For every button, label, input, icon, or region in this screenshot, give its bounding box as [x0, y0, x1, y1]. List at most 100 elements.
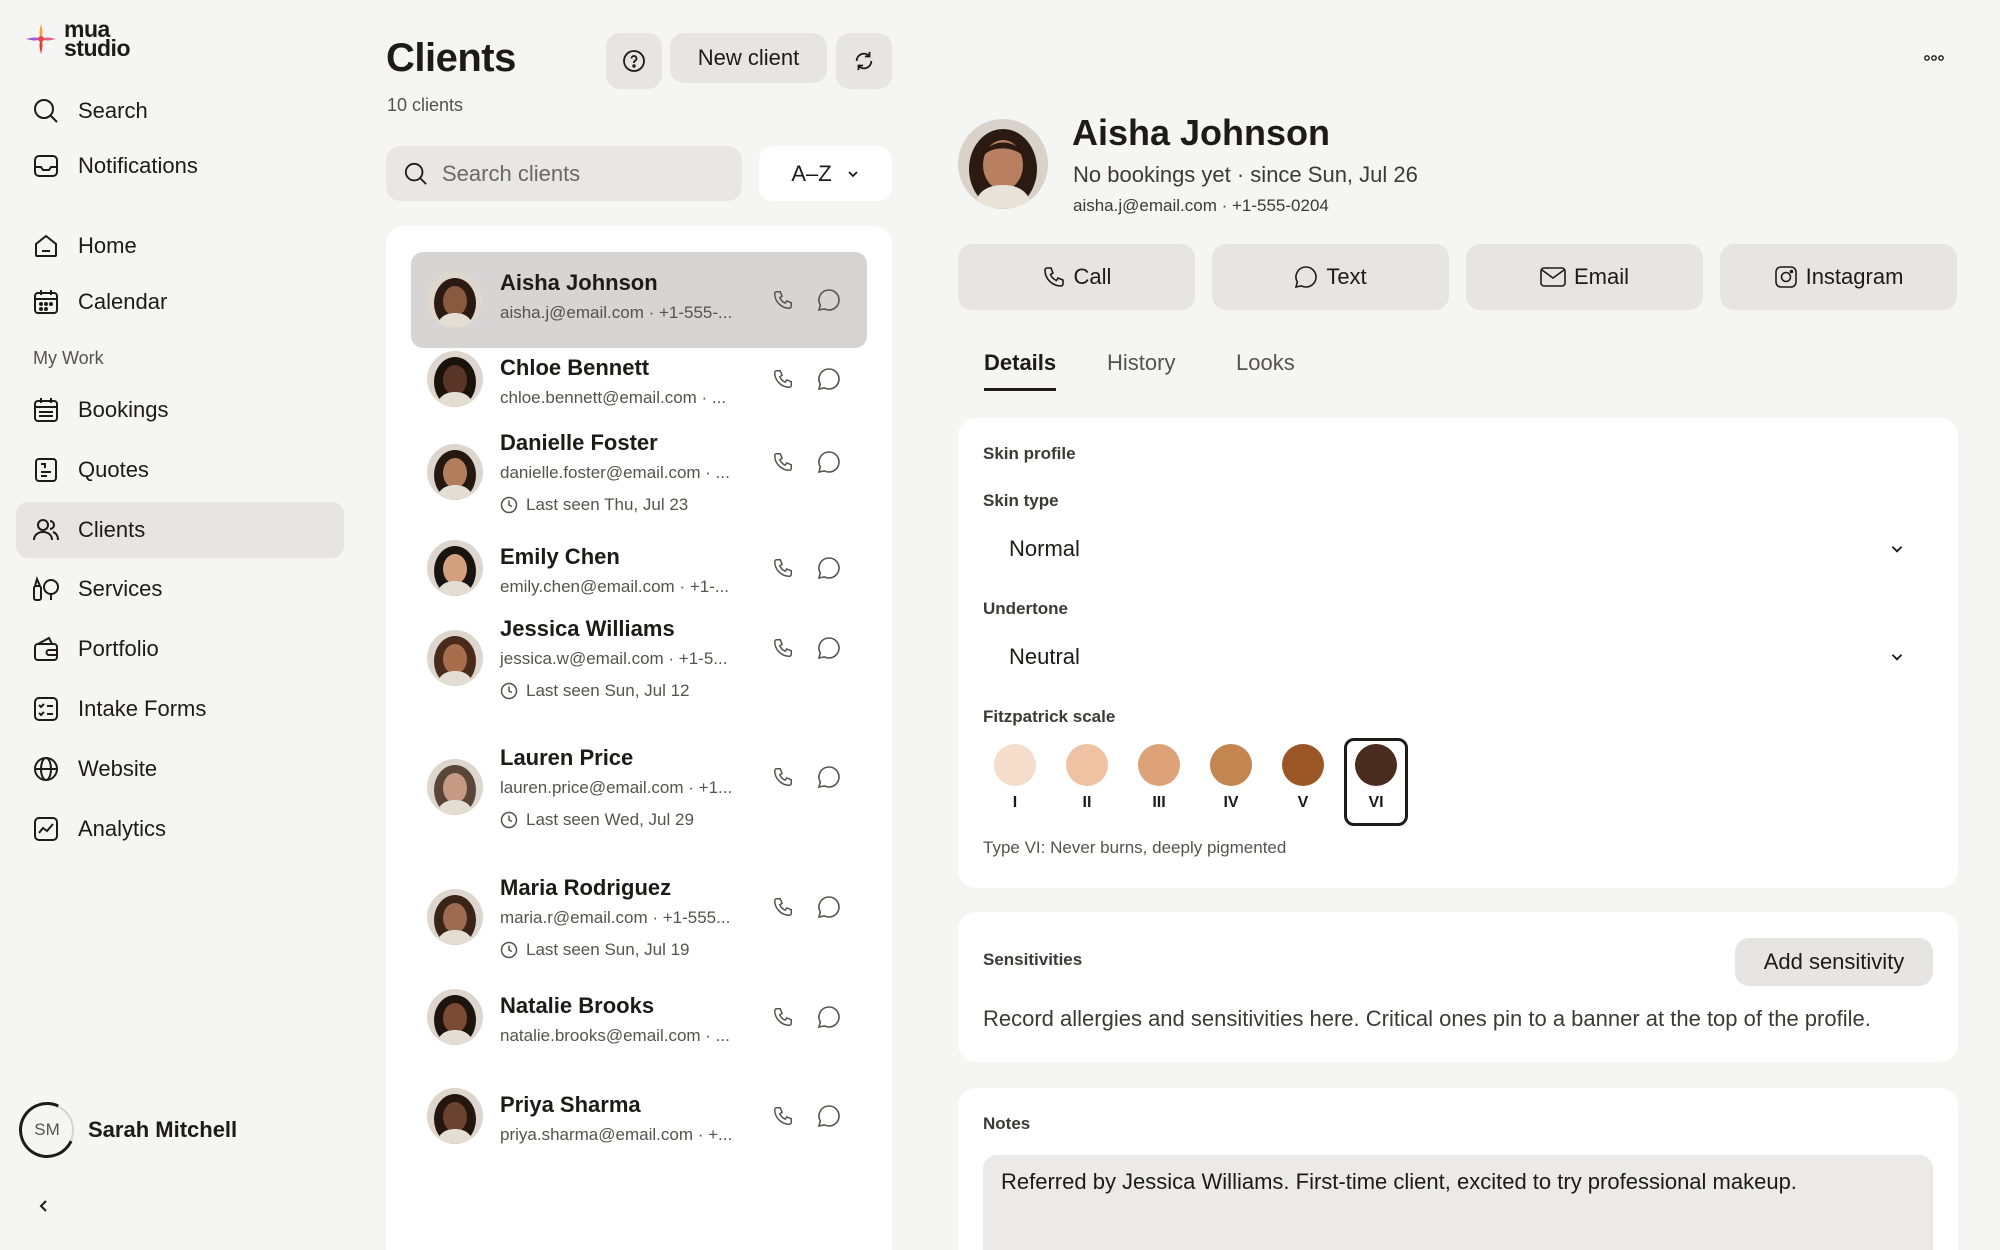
- section-label-my-work: My Work: [33, 348, 104, 368]
- last-seen-text: Last seen Thu, Jul 23: [526, 495, 689, 514]
- sidebar-item-label: Services: [78, 576, 163, 601]
- fitzpatrick-swatch[interactable]: V: [1271, 738, 1335, 826]
- notes-textarea[interactable]: Referred by Jessica Williams. First-time…: [983, 1155, 1933, 1250]
- sidebar-item-clients[interactable]: Clients: [16, 502, 344, 558]
- message-client-button[interactable]: [815, 1102, 843, 1130]
- document-icon: [32, 456, 60, 484]
- notes-title: Notes: [983, 1114, 1031, 1133]
- chevron-down-icon: [1891, 654, 1903, 661]
- sidebar-item-website[interactable]: Website: [16, 741, 344, 797]
- new-client-button[interactable]: New client: [670, 33, 827, 83]
- call-client-button[interactable]: [769, 1102, 797, 1130]
- search-icon: [404, 162, 427, 185]
- message-client-button[interactable]: [815, 893, 843, 921]
- client-row[interactable]: Natalie Brooks natalie.brooks@email.com …: [411, 975, 867, 1059]
- collapse-sidebar-button[interactable]: [32, 1194, 56, 1218]
- message-client-button[interactable]: [815, 1003, 843, 1031]
- chat-bubble-icon: [817, 1105, 840, 1128]
- fitzpatrick-swatch[interactable]: VI: [1344, 738, 1408, 826]
- sidebar-item-bookings[interactable]: Bookings: [16, 382, 344, 438]
- message-client-button[interactable]: [815, 286, 843, 314]
- call-client-button[interactable]: [769, 634, 797, 662]
- fitzpatrick-swatch[interactable]: II: [1055, 738, 1119, 826]
- client-name: Emily Chen: [500, 544, 620, 569]
- client-row[interactable]: Danielle Foster danielle.foster@email.co…: [411, 416, 867, 528]
- add-sensitivity-button[interactable]: Add sensitivity: [1735, 938, 1933, 986]
- call-button[interactable]: Call: [958, 244, 1195, 310]
- tab-looks[interactable]: Looks: [1236, 350, 1295, 388]
- call-client-button[interactable]: [769, 286, 797, 314]
- phone-icon: [774, 291, 792, 309]
- user-profile[interactable]: SM Sarah Mitchell: [20, 1103, 237, 1157]
- call-client-button[interactable]: [769, 365, 797, 393]
- client-row[interactable]: Aisha Johnson aisha.j@email.com · +1-555…: [411, 252, 867, 348]
- client-row[interactable]: Chloe Bennett chloe.bennett@email.com · …: [411, 337, 867, 421]
- sidebar-item-search[interactable]: Search: [16, 83, 344, 139]
- sidebar-item-quotes[interactable]: Quotes: [16, 442, 344, 498]
- fitzpatrick-swatch[interactable]: I: [983, 738, 1047, 826]
- wallet-icon: [32, 635, 60, 663]
- message-client-button[interactable]: [815, 763, 843, 791]
- sidebar-item-home[interactable]: Home: [16, 218, 344, 274]
- swatch-label: VI: [1368, 794, 1384, 811]
- client-contact: chloe.bennett@email.com · ...: [500, 388, 727, 407]
- client-row[interactable]: Emily Chen emily.chen@email.com · +1-...: [411, 526, 867, 610]
- help-button[interactable]: [606, 33, 662, 89]
- message-client-button[interactable]: [815, 554, 843, 582]
- client-row[interactable]: Lauren Price lauren.price@email.com · +1…: [411, 731, 867, 843]
- chat-bubble-icon: [817, 368, 840, 391]
- client-contact: danielle.foster@email.com · ...: [500, 463, 730, 482]
- client-row[interactable]: Priya Sharma priya.sharma@email.com · +.…: [411, 1074, 867, 1158]
- calendar-icon: [32, 288, 60, 316]
- search-input[interactable]: [442, 160, 712, 187]
- fitzpatrick-swatch[interactable]: IV: [1199, 738, 1263, 826]
- fitzpatrick-swatch[interactable]: III: [1127, 738, 1191, 826]
- call-client-button[interactable]: [769, 448, 797, 476]
- instagram-button[interactable]: Instagram: [1720, 244, 1957, 310]
- client-name: Chloe Bennett: [500, 355, 650, 380]
- email-button[interactable]: Email: [1466, 244, 1703, 310]
- text-button[interactable]: Text: [1212, 244, 1449, 310]
- chat-bubble-icon: [817, 451, 840, 474]
- last-seen-text: Last seen Sun, Jul 12: [526, 681, 690, 700]
- call-client-button[interactable]: [769, 893, 797, 921]
- sidebar-item-notifications[interactable]: Notifications: [16, 138, 344, 194]
- message-client-button[interactable]: [815, 448, 843, 476]
- client-contact: aisha.j@email.com · +1-555-0204: [1073, 196, 1329, 215]
- tab-history[interactable]: History: [1107, 350, 1175, 388]
- sidebar-item-portfolio[interactable]: Portfolio: [16, 621, 344, 677]
- search-box[interactable]: [386, 146, 742, 201]
- skin-type-select[interactable]: Normal: [983, 519, 1933, 579]
- undertone-select[interactable]: Neutral: [983, 627, 1933, 687]
- message-client-button[interactable]: [815, 634, 843, 662]
- client-contact: emily.chen@email.com · +1-...: [500, 577, 730, 596]
- client-photo: [427, 759, 483, 815]
- more-options-button[interactable]: [1920, 46, 1948, 70]
- search-icon: [32, 97, 60, 125]
- refresh-button[interactable]: [836, 33, 892, 89]
- client-row[interactable]: Jessica Williams jessica.w@email.com · +…: [411, 602, 867, 714]
- sidebar-item-services[interactable]: Services: [16, 561, 344, 617]
- client-row[interactable]: Maria Rodriguez maria.r@email.com · +1-5…: [411, 861, 867, 973]
- tab-details[interactable]: Details: [984, 350, 1057, 391]
- call-client-button[interactable]: [769, 763, 797, 791]
- sidebar-item-calendar[interactable]: Calendar: [16, 274, 344, 330]
- sidebar-item-analytics[interactable]: Analytics: [16, 801, 344, 857]
- call-client-button[interactable]: [769, 554, 797, 582]
- sidebar-item-label: Clients: [78, 517, 146, 542]
- client-contact: aisha.j@email.com · +1-555-...: [500, 303, 733, 322]
- client-avatar: [427, 540, 483, 596]
- chevron-down-icon: [1891, 546, 1903, 553]
- phone-icon: [774, 898, 792, 916]
- app-logo[interactable]: mua studio: [24, 18, 131, 60]
- sort-dropdown[interactable]: A–Z: [759, 146, 892, 201]
- client-name: Lauren Price: [500, 745, 634, 770]
- last-seen: Last seen Thu, Jul 23: [500, 495, 688, 515]
- chat-bubble-icon: [817, 896, 840, 919]
- call-client-button[interactable]: [769, 1003, 797, 1031]
- sidebar-item-intake-forms[interactable]: Intake Forms: [16, 681, 344, 737]
- client-name: Aisha Johnson: [1072, 112, 1331, 153]
- instagram-label: Instagram: [1805, 264, 1904, 289]
- last-seen-text: Last seen Wed, Jul 29: [526, 810, 694, 829]
- message-client-button[interactable]: [815, 365, 843, 393]
